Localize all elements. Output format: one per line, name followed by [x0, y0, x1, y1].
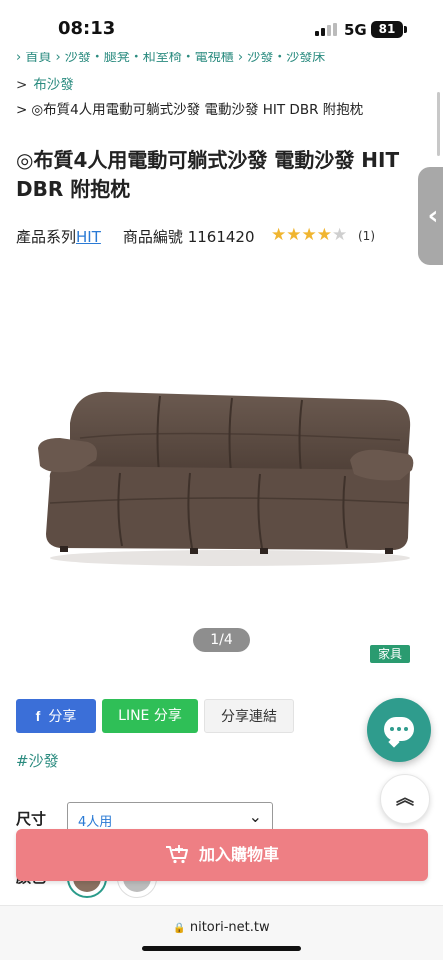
- breadcrumb-label: ◎布質4人用電動可躺式沙發 電動沙發 HIT DBR 附抱枕: [31, 102, 364, 118]
- breadcrumb-label[interactable]: 布沙發: [33, 77, 74, 93]
- home-indicator[interactable]: [142, 946, 301, 951]
- url-text: nitori-net.tw: [189, 920, 270, 935]
- browser-url-bar[interactable]: 🔒 nitori-net.tw: [0, 905, 443, 960]
- size-select-value: 4人用: [78, 815, 113, 830]
- star-icon: ★: [301, 225, 317, 245]
- star-icon: ★: [271, 225, 287, 245]
- signal-icon: [315, 23, 337, 36]
- series-label: 產品系列: [16, 228, 77, 246]
- facebook-icon: f: [35, 708, 41, 724]
- star-empty-icon: ★: [332, 225, 348, 245]
- page-title: ◎布質4人用電動可躺式沙發 電動沙發 HIT DBR 附抱枕: [16, 148, 400, 201]
- network-type: 5G: [344, 21, 367, 39]
- breadcrumb-partial[interactable]: › 首頁 › 沙發・腿凳・和室椅・電視櫃 › 沙發・沙發床: [16, 52, 416, 62]
- add-to-cart-label: 加入購物車: [198, 845, 279, 864]
- star-icon: ★: [316, 225, 332, 245]
- chat-bubble-icon: [384, 717, 414, 741]
- lock-icon: 🔒: [173, 923, 186, 934]
- add-to-cart-button[interactable]: 加入購物車: [16, 829, 428, 881]
- star-icon: ★: [286, 225, 302, 245]
- facebook-share-label: 分享: [48, 709, 77, 725]
- breadcrumb-item-fabric-sofa[interactable]: > 布沙發: [16, 73, 74, 93]
- rating-stars[interactable]: ★★★★★: [271, 225, 347, 245]
- breadcrumb-separator: >: [16, 77, 28, 93]
- category-badge: 家具: [370, 645, 410, 663]
- status-time: 08:13: [58, 18, 116, 39]
- product-meta: 產品系列HIT 商品編號 1161420: [16, 226, 255, 247]
- side-panel-tab[interactable]: ‹: [418, 167, 443, 265]
- product-image[interactable]: [20, 378, 420, 578]
- tag-link-sofa[interactable]: #沙發: [16, 750, 59, 771]
- battery-icon: 81: [371, 21, 403, 38]
- code-value: 1161420: [187, 228, 255, 246]
- breadcrumb-item-current: > ◎布質4人用電動可躺式沙發 電動沙發 HIT DBR 附抱枕: [16, 98, 363, 118]
- review-count[interactable]: (1): [358, 229, 375, 243]
- code-label: 商品編號: [122, 228, 183, 246]
- scroll-to-top-button[interactable]: ︽: [380, 774, 430, 824]
- facebook-share-button[interactable]: f 分享: [16, 699, 96, 733]
- size-label: 尺寸: [16, 810, 47, 828]
- battery-tip: [404, 26, 407, 33]
- chevron-down-icon: ⌄: [248, 807, 262, 826]
- breadcrumb-separator: >: [16, 102, 28, 118]
- status-bar: 08:13 5G 81: [0, 0, 443, 54]
- copy-link-button[interactable]: 分享連結: [204, 699, 294, 733]
- chat-button[interactable]: [367, 698, 431, 762]
- slide-counter: 1/4: [193, 628, 250, 652]
- scrollbar[interactable]: [437, 92, 440, 156]
- cart-icon: [165, 844, 188, 863]
- line-share-button[interactable]: LINE 分享: [102, 699, 198, 733]
- series-link[interactable]: HIT: [76, 228, 101, 246]
